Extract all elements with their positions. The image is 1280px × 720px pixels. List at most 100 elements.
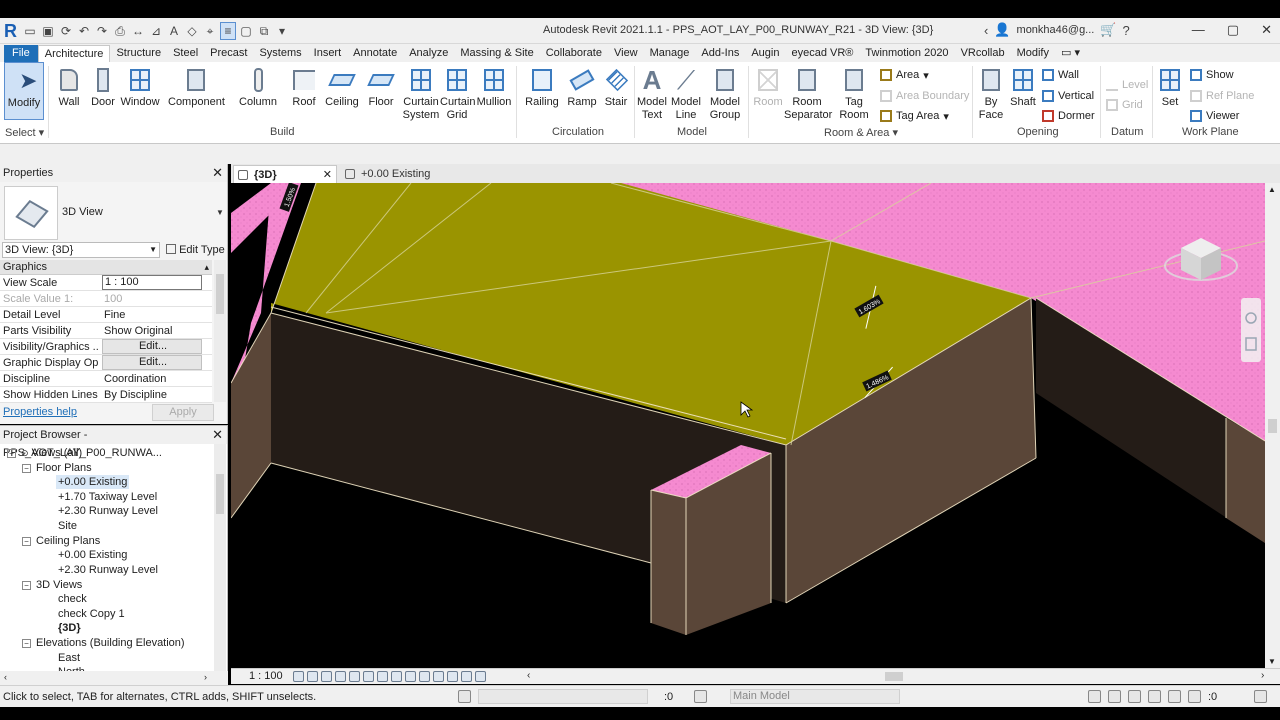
help-icon[interactable]: ?	[1123, 23, 1130, 38]
close-hidden-icon[interactable]: ▢	[238, 22, 254, 40]
select-dropdown[interactable]: Select ▾	[5, 126, 44, 139]
tab-manage[interactable]: Manage	[644, 45, 696, 62]
type-selector[interactable]: 3D View	[62, 206, 103, 218]
railing-button[interactable]: Railing	[524, 62, 560, 120]
tree-node[interactable]: check	[58, 592, 87, 606]
tab-twinmotion[interactable]: Twinmotion 2020	[859, 45, 954, 62]
select-by-face-icon[interactable]	[1148, 690, 1161, 703]
worksharing-icon[interactable]	[433, 671, 444, 682]
tree-node[interactable]: {3D}	[58, 621, 81, 635]
curtain-system-button[interactable]: Curtain System	[402, 62, 440, 121]
switch-windows-icon[interactable]: ⧉	[256, 22, 272, 40]
column-button[interactable]: Column	[238, 62, 278, 120]
select-pinned-icon[interactable]	[1128, 690, 1141, 703]
tab-eyecad-vr[interactable]: eyecad VR®	[785, 45, 859, 62]
mullion-button[interactable]: Mullion	[476, 62, 512, 120]
level-button[interactable]: Level	[1106, 76, 1148, 94]
tab-steel[interactable]: Steel	[167, 45, 204, 62]
cart-icon[interactable]: 🛒	[1100, 22, 1116, 38]
model-line-button[interactable]: ⟋ Model Line	[670, 62, 702, 121]
tree-node[interactable]: +0.00 Existing	[58, 548, 127, 562]
filter-icon[interactable]	[1188, 690, 1201, 703]
show-crop-icon[interactable]	[377, 671, 388, 682]
area-button[interactable]: Area ▾	[880, 66, 929, 84]
tab-systems[interactable]: Systems	[253, 45, 307, 62]
detail-level-icon[interactable]	[293, 671, 304, 682]
window-button[interactable]: Window	[120, 62, 160, 120]
properties-help-link[interactable]: Properties help	[3, 406, 77, 418]
tree-node[interactable]: check Copy 1	[58, 607, 125, 621]
ceiling-button[interactable]: Ceiling	[324, 62, 360, 120]
shaft-button[interactable]: Shaft	[1008, 62, 1038, 120]
user-name[interactable]: monkha46@g...	[1017, 24, 1095, 36]
close-icon[interactable]: ✕	[323, 166, 332, 184]
curtain-grid-button[interactable]: Curtain Grid	[440, 62, 475, 121]
lock-view-icon[interactable]	[391, 671, 402, 682]
3d-view-icon[interactable]: ◇	[184, 22, 200, 40]
view-scale-input[interactable]: 1 : 100	[102, 275, 202, 290]
detail-level-value[interactable]: Fine	[102, 307, 202, 323]
stair-button[interactable]: Stair	[600, 62, 632, 120]
highlight-displacement-icon[interactable]	[461, 671, 472, 682]
room-separator-button[interactable]: Room Separator	[784, 62, 832, 121]
scroll-right-icon[interactable]: ›	[1261, 670, 1264, 681]
tree-node[interactable]: − Elevations (Building Elevation)	[22, 636, 185, 650]
dormer-button[interactable]: Dormer	[1042, 107, 1095, 125]
tag-area-button[interactable]: Tag Area ▾	[880, 107, 949, 125]
tab-floor-plan[interactable]: +0.00 Existing	[341, 165, 471, 183]
floor-button[interactable]: Floor	[364, 62, 398, 120]
tab-analyze[interactable]: Analyze	[403, 45, 454, 62]
redo-icon[interactable]: ↷	[94, 22, 110, 40]
tag-room-button[interactable]: Tag Room	[836, 62, 872, 121]
select-underlay-icon[interactable]	[1108, 690, 1121, 703]
text-icon[interactable]: A	[166, 22, 182, 40]
tab-add-ins[interactable]: Add-Ins	[695, 45, 745, 62]
tab-insert[interactable]: Insert	[308, 45, 348, 62]
edit-type-button[interactable]: Edit Type	[166, 242, 225, 258]
customize-qat-icon[interactable]: ▾	[274, 22, 290, 40]
room-button[interactable]: Room	[752, 62, 784, 120]
panel-room-area-label[interactable]: Room & Area ▾	[824, 126, 898, 139]
analytical-model-icon[interactable]	[447, 671, 458, 682]
show-hidden-lines-value[interactable]: By Discipline	[102, 387, 202, 403]
design-option-dropdown[interactable]: Main Model	[730, 689, 900, 704]
tab-collaborate[interactable]: Collaborate	[540, 45, 608, 62]
save-icon[interactable]: ▣	[40, 22, 56, 40]
component-button[interactable]: Component	[168, 62, 225, 120]
group-graphics[interactable]: Graphics ▴	[0, 260, 212, 275]
set-button[interactable]: Set	[1156, 62, 1184, 120]
tab-3d-view[interactable]: {3D} ✕	[233, 165, 337, 183]
drag-elements-icon[interactable]	[1168, 690, 1181, 703]
crop-view-icon[interactable]	[363, 671, 374, 682]
infocenter-chevron-icon[interactable]: ‹	[984, 23, 988, 38]
tab-massing-site[interactable]: Massing & Site	[454, 45, 539, 62]
maximize-icon[interactable]: ▢	[1227, 22, 1239, 38]
temporary-hide-icon[interactable]	[405, 671, 416, 682]
scroll-right-icon[interactable]: ›	[204, 672, 207, 682]
discipline-value[interactable]: Coordination	[102, 371, 202, 387]
parts-visibility-value[interactable]: Show Original	[102, 323, 202, 339]
tree-node[interactable]: −3D Views	[22, 578, 82, 592]
tree-node[interactable]: +0.00 Existing	[56, 475, 130, 489]
design-options-icon[interactable]	[694, 690, 707, 703]
tab-architecture[interactable]: Architecture	[37, 45, 111, 62]
undo-icon[interactable]: ↶	[76, 22, 92, 40]
select-links-icon[interactable]	[1088, 690, 1101, 703]
active-workset-dropdown[interactable]	[478, 689, 648, 704]
ramp-button[interactable]: Ramp	[566, 62, 598, 120]
tree-node[interactable]: − Ceiling Plans	[22, 534, 100, 548]
tree-node[interactable]: +2.30 Runway Level	[58, 563, 158, 577]
area-boundary-button[interactable]: Area Boundary	[880, 87, 969, 105]
instance-selector[interactable]: 3D View: {3D} ▼	[2, 242, 160, 258]
viewport-vscrollbar[interactable]: ▲ ▼	[1265, 183, 1280, 668]
render-icon[interactable]	[349, 671, 360, 682]
tree-node[interactable]: − Floor Plans	[22, 461, 92, 475]
wall-button[interactable]: Wall	[54, 62, 84, 120]
tree-node[interactable]: East	[58, 651, 80, 665]
print-icon[interactable]: ⎙	[112, 22, 128, 40]
properties-scrollbar[interactable]	[214, 260, 226, 402]
show-constraints-icon[interactable]	[475, 671, 486, 682]
scroll-left-icon[interactable]: ‹	[527, 670, 530, 681]
tree-node[interactable]: +2.30 Runway Level	[58, 504, 158, 518]
resize-grip-icon[interactable]	[1254, 690, 1267, 703]
